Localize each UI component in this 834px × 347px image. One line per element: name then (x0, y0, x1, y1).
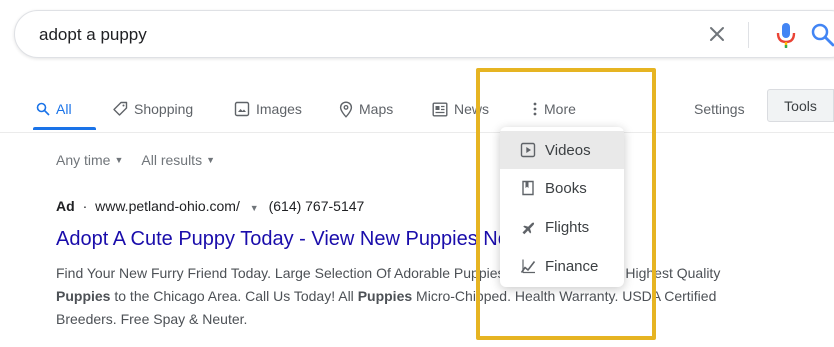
menu-item-label: Videos (545, 141, 591, 159)
settings-link[interactable]: Settings (694, 94, 745, 124)
results-filter-label: All results (141, 152, 203, 168)
video-icon (520, 142, 536, 158)
close-icon[interactable] (705, 22, 729, 46)
tag-icon (113, 101, 128, 116)
ad-desc-bold: Puppies (56, 288, 111, 304)
menu-item-videos[interactable]: Videos (500, 131, 624, 169)
tab-news[interactable]: News (432, 94, 489, 124)
search-icon (36, 102, 50, 116)
ad-separator: · (82, 198, 88, 214)
caret-down-icon[interactable]: ▼ (250, 203, 259, 213)
tab-label: More (544, 101, 576, 117)
ad-source-line: Ad · www.petland-ohio.com/ ▼ (614) 767-5… (56, 198, 364, 214)
search-divider (748, 22, 749, 48)
time-filter-dropdown[interactable]: Any time ▼ (56, 152, 123, 168)
search-input[interactable]: adopt a puppy (39, 25, 147, 45)
menu-item-label: Flights (545, 218, 590, 236)
finance-icon (520, 259, 536, 274)
caret-down-icon: ▼ (206, 155, 215, 165)
ad-badge: Ad (56, 198, 75, 214)
ad-desc-bold: Puppies (357, 288, 413, 304)
flight-icon (522, 222, 535, 235)
ad-desc-text: to the Chicago Area. Call Us Today! All (110, 288, 358, 304)
active-tab-indicator (33, 127, 96, 130)
tools-button[interactable]: Tools (767, 89, 834, 122)
news-icon (432, 102, 448, 117)
tab-more[interactable]: More (532, 94, 576, 124)
tab-all[interactable]: All (36, 94, 72, 124)
book-icon (522, 180, 534, 196)
microphone-icon[interactable] (775, 21, 797, 49)
tab-label: Shopping (134, 101, 194, 117)
tab-label: News (454, 101, 490, 117)
ad-url[interactable]: www.petland-ohio.com/ (95, 198, 240, 214)
tab-label: Maps (359, 101, 394, 117)
map-pin-icon (339, 100, 353, 118)
time-filter-label: Any time (56, 152, 111, 168)
more-vert-icon (533, 102, 537, 116)
tab-label: All (56, 101, 72, 117)
search-icon[interactable] (810, 22, 834, 48)
search-filters: Any time ▼ All results ▼ (56, 152, 215, 168)
tab-images[interactable]: Images (234, 94, 302, 124)
tab-maps[interactable]: Maps (339, 94, 393, 124)
menu-item-label: Books (545, 179, 587, 197)
tab-label: Images (256, 101, 302, 117)
menu-item-flights[interactable]: Flights (500, 208, 624, 246)
search-tabs: All Shopping Images Maps News More Setti… (0, 88, 834, 130)
menu-item-label: Finance (545, 257, 599, 275)
more-menu: Videos Books Flights Finance (500, 127, 624, 287)
menu-item-books[interactable]: Books (500, 169, 624, 207)
search-box[interactable]: adopt a puppy (14, 10, 834, 58)
results-filter-dropdown[interactable]: All results ▼ (141, 152, 215, 168)
ad-phone[interactable]: (614) 767-5147 (269, 198, 365, 214)
image-icon (234, 101, 250, 117)
caret-down-icon: ▼ (114, 155, 124, 165)
tabs-divider (0, 132, 834, 133)
menu-item-finance[interactable]: Finance (500, 247, 624, 285)
ad-description: Find Your New Furry Friend Today. Large … (56, 262, 776, 331)
tab-shopping[interactable]: Shopping (112, 94, 193, 124)
ad-title-link[interactable]: Adopt A Cute Puppy Today - View New Pupp… (56, 228, 523, 251)
settings-label: Settings (694, 101, 745, 117)
